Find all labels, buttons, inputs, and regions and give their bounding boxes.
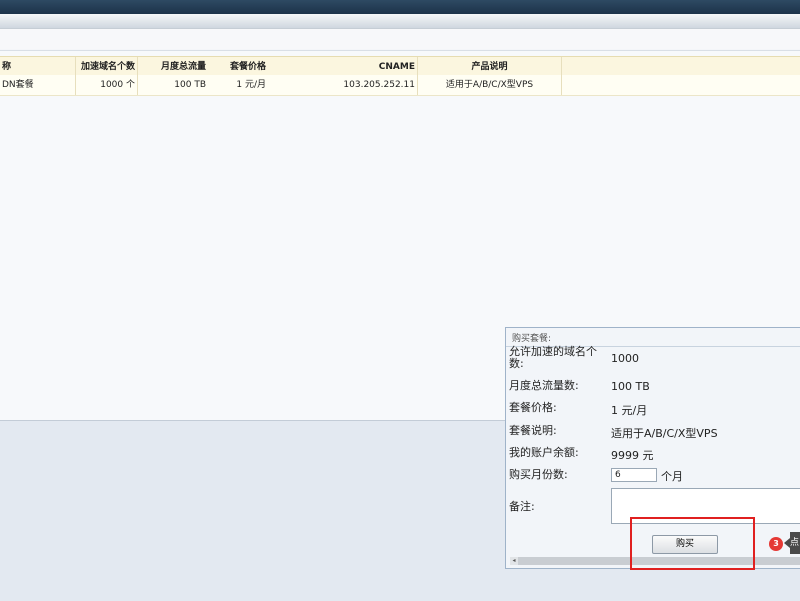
purchase-months-unit: 个月	[661, 470, 683, 483]
scroll-left-icon[interactable]: ◂	[510, 557, 518, 565]
remark-label: 备注:	[509, 500, 535, 513]
top-header-bar	[0, 0, 800, 14]
table-row[interactable]: DN套餐 1000 个 100 TB 1 元/月 103.205.252.11 …	[0, 75, 800, 96]
domain-count-value: 1000	[611, 352, 639, 365]
cell-domain-count: 1000 个	[76, 75, 138, 95]
cell-price: 1 元/月	[236, 80, 266, 90]
monthly-traffic-label: 月度总流量数:	[509, 379, 579, 392]
cell-name: DN套餐	[0, 75, 76, 95]
monthly-traffic-value: 100 TB	[611, 380, 650, 393]
dialog-title: 购买套餐:	[512, 334, 552, 344]
cell-description: 适用于A/B/C/X型VPS	[418, 75, 562, 95]
column-header-price[interactable]: 套餐价格	[208, 57, 268, 77]
column-header-monthly-traffic[interactable]: 月度总流量	[138, 57, 208, 77]
account-balance-value: 9999 元	[611, 449, 654, 462]
price-label: 套餐价格:	[509, 401, 557, 414]
domain-count-label: 允许加速的域名个数:	[509, 345, 597, 370]
column-header-domain-count[interactable]: 加速域名个数	[76, 57, 138, 77]
package-description-label: 套餐说明:	[509, 424, 557, 437]
column-header-name[interactable]: 称	[0, 57, 76, 77]
cell-cname: 103.205.252.11	[268, 75, 418, 95]
step-tooltip: 点	[790, 532, 800, 554]
package-description-value: 适用于A/B/C/X型VPS	[611, 427, 718, 440]
price-value: 1 元/月	[611, 404, 648, 417]
top-subheader-bar	[0, 14, 800, 29]
account-balance-label: 我的账户余额:	[509, 446, 579, 459]
buy-button-highlight-box	[630, 517, 755, 570]
column-header-cname[interactable]: CNAME	[268, 57, 418, 77]
cell-monthly-traffic: 100 TB	[174, 80, 206, 90]
toolbar-strip	[0, 29, 800, 49]
column-header-description[interactable]: 产品说明	[418, 57, 562, 77]
step-number-badge: 3	[769, 537, 783, 551]
purchase-months-input[interactable]: 6	[611, 468, 657, 482]
purchase-months-label: 购买月份数:	[509, 468, 568, 481]
